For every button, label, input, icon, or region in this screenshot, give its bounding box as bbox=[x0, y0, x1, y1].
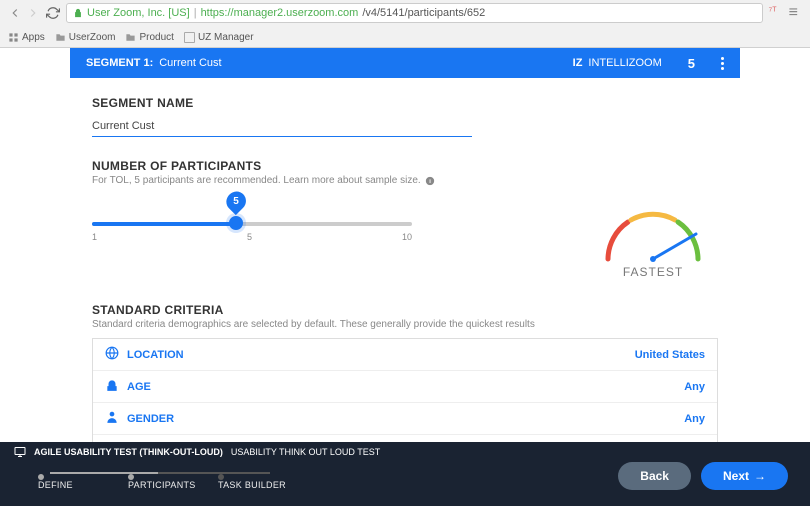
participants-subtext: For TOL, 5 participants are recommended.… bbox=[92, 175, 718, 186]
provider-name: INTELLIZOOM bbox=[588, 57, 661, 69]
criteria-title: STANDARD CRITERIA bbox=[92, 303, 718, 317]
url-org: User Zoom, Inc. [US] bbox=[87, 7, 190, 19]
slider-mid: 5 bbox=[247, 232, 252, 242]
info-icon[interactable]: i bbox=[425, 176, 435, 186]
criteria-row-location[interactable]: LOCATION United States bbox=[93, 339, 717, 371]
forward-arrow-icon[interactable] bbox=[26, 6, 40, 20]
lock-icon bbox=[73, 8, 83, 18]
bookmark-userzoom[interactable]: UserZoom bbox=[55, 32, 116, 43]
url-host: https://manager2.userzoom.com bbox=[201, 7, 359, 19]
step-task-builder[interactable]: TASK BUILDER bbox=[218, 464, 308, 490]
breadcrumb-test-name: USABILITY THINK OUT LOUD TEST bbox=[231, 447, 380, 457]
slider-balloon: 5 bbox=[222, 188, 249, 215]
person-icon bbox=[105, 410, 119, 427]
segment-name-input[interactable] bbox=[92, 116, 472, 137]
slider-thumb[interactable] bbox=[229, 216, 243, 230]
age-icon bbox=[105, 378, 119, 395]
criteria-row-gender[interactable]: GENDER Any bbox=[93, 403, 717, 435]
globe-icon bbox=[105, 346, 119, 363]
back-button[interactable]: Back bbox=[618, 462, 691, 490]
provider-short: IZ bbox=[573, 57, 583, 69]
breadcrumb-test-type: AGILE USABILITY TEST (THINK-OUT-LOUD) bbox=[34, 447, 223, 457]
wizard-bottom-bar: AGILE USABILITY TEST (THINK-OUT-LOUD) US… bbox=[0, 442, 810, 506]
gauge-label: FASTEST bbox=[588, 265, 718, 279]
criteria-table: LOCATION United States AGE Any GENDER An… bbox=[92, 338, 718, 442]
speed-gauge: FASTEST bbox=[588, 198, 718, 279]
criteria-row-age[interactable]: AGE Any bbox=[93, 371, 717, 403]
arrow-right-icon: → bbox=[754, 469, 766, 483]
nav-arrows bbox=[8, 6, 40, 20]
kebab-menu-icon[interactable] bbox=[721, 57, 724, 70]
bookmark-uz-manager[interactable]: UZ Manager bbox=[184, 32, 254, 43]
url-path: /v4/5141/participants/652 bbox=[362, 7, 485, 19]
step-define[interactable]: DEFINE bbox=[38, 464, 128, 490]
extension-icon[interactable]: ⁷ᵀ bbox=[769, 6, 783, 20]
participants-title: NUMBER OF PARTICIPANTS bbox=[92, 159, 718, 173]
segment-number: SEGMENT 1: bbox=[86, 57, 153, 69]
monitor-icon bbox=[14, 446, 26, 458]
browser-chrome: User Zoom, Inc. [US] | https://manager2.… bbox=[0, 0, 810, 48]
segment-name-title: SEGMENT NAME bbox=[92, 96, 718, 110]
bookmarks-bar: Apps UserZoom Product UZ Manager bbox=[0, 26, 810, 48]
page-body: SEGMENT 1: Current Cust IZ INTELLIZOOM 5… bbox=[0, 48, 810, 442]
next-button[interactable]: Next→ bbox=[701, 462, 788, 490]
step-participants[interactable]: PARTICIPANTS bbox=[128, 464, 218, 490]
segment-title: Current Cust bbox=[159, 57, 221, 69]
segment-count: 5 bbox=[688, 56, 695, 71]
bookmark-apps[interactable]: Apps bbox=[8, 32, 45, 43]
segment-header: SEGMENT 1: Current Cust IZ INTELLIZOOM 5 bbox=[70, 48, 740, 78]
bookmark-product[interactable]: Product bbox=[125, 32, 173, 43]
gauge-icon bbox=[593, 204, 713, 264]
back-arrow-icon[interactable] bbox=[8, 6, 22, 20]
slider-max: 10 bbox=[402, 232, 412, 242]
slider-min: 1 bbox=[92, 232, 97, 242]
criteria-subtext: Standard criteria demographics are selec… bbox=[92, 319, 718, 330]
url-bar[interactable]: User Zoom, Inc. [US] | https://manager2.… bbox=[66, 3, 763, 23]
criteria-row-income[interactable]: HOUSEHOLD INCOME Any bbox=[93, 435, 717, 442]
participants-slider[interactable]: 5 1 5 10 bbox=[92, 198, 548, 242]
reload-icon[interactable] bbox=[46, 6, 60, 20]
chrome-menu-icon[interactable]: ≡ bbox=[789, 4, 798, 22]
